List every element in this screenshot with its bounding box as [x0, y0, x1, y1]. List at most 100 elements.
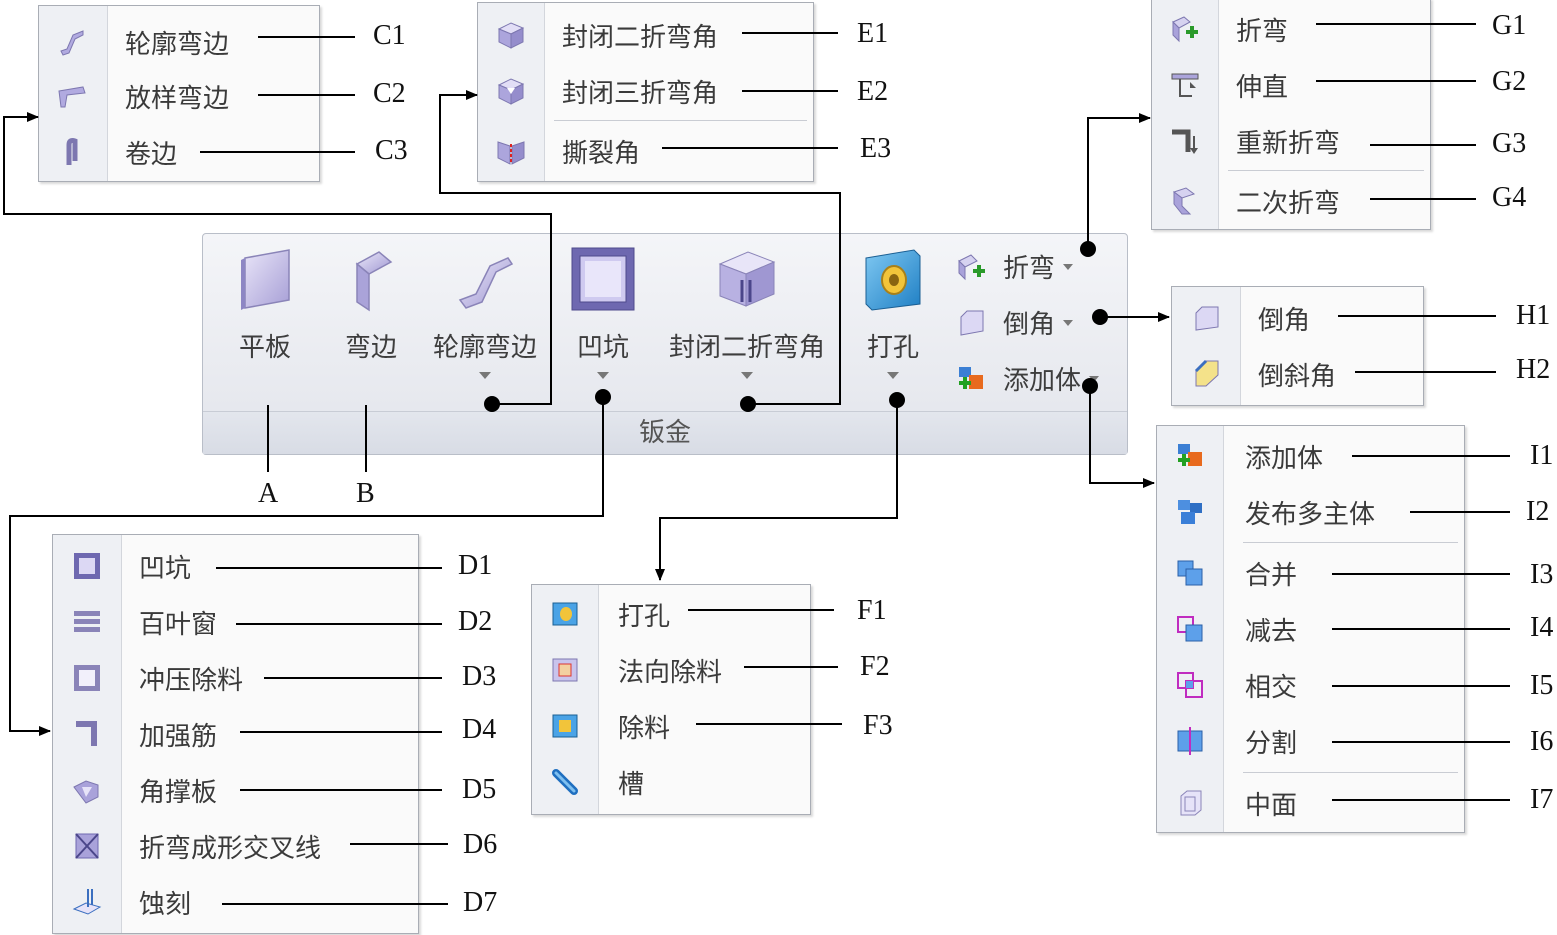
menu-item-rebend[interactable]: 重新折弯 [1152, 115, 1430, 167]
menu-item-close-3-bend-corner[interactable]: 封闭三折弯角 [478, 65, 813, 117]
menu-item-gusset[interactable]: 角撑板 [53, 763, 418, 817]
menu-bend: 折弯 伸直 重新折弯 二次折弯 [1151, 0, 1431, 230]
menu-item-etch[interactable]: 蚀刻 [53, 875, 418, 929]
dimple-dropdown-arrow[interactable] [597, 372, 609, 379]
add-body-icon [959, 366, 983, 389]
menu-item-label: 二次折弯 [1236, 188, 1341, 219]
menu-item-dimple[interactable]: 凹坑 [53, 539, 418, 593]
code-d7: D7 [463, 887, 498, 918]
menu-item-bend[interactable]: 折弯 [1152, 3, 1430, 55]
menu-close-corner: 封闭二折弯角 封闭三折弯角 撕裂角 [477, 2, 814, 182]
code-i6: I6 [1530, 726, 1554, 757]
menu-item-label: 冲压除料 [139, 665, 244, 696]
menu-item-label: 倒斜角 [1258, 361, 1337, 392]
menu-item-midsurface[interactable]: 中面 [1157, 776, 1464, 830]
code-f2: F2 [860, 651, 890, 682]
menu-item-add-body[interactable]: 添加体 [1157, 430, 1464, 482]
dimple-label: 凹坑 [576, 333, 629, 363]
add-body-small-button[interactable]: 添加体 [955, 360, 1100, 397]
contour-flange-dropdown-arrow[interactable] [479, 372, 491, 379]
code-h2: H2 [1516, 354, 1551, 385]
code-i7: I7 [1530, 784, 1554, 815]
chamfer-small-label: 倒角 [1003, 310, 1056, 340]
hem-icon [66, 138, 78, 165]
menu-item-chamfer[interactable]: 倒角 [1172, 291, 1423, 345]
chamfer-icon [960, 310, 984, 336]
tab-button-contour-flange[interactable]: 轮廓弯边 [425, 244, 545, 379]
close-2-bend-corner-label: 封闭二折弯角 [668, 333, 825, 363]
slot-icon [552, 769, 578, 795]
unbend-icon [1171, 73, 1199, 97]
menu-item-jog[interactable]: 二次折弯 [1152, 175, 1430, 227]
menu-separator [1243, 542, 1458, 543]
menu-item-intersect[interactable]: 相交 [1157, 658, 1464, 712]
hole-icon [552, 602, 578, 626]
menu-item-subtract[interactable]: 减去 [1157, 602, 1464, 656]
midsurface-icon [1180, 790, 1202, 816]
menu-item-label: 封闭二折弯角 [562, 22, 719, 53]
tab-button-close-2-bend-corner[interactable]: 封闭二折弯角 [659, 244, 835, 379]
code-i4: I4 [1530, 612, 1554, 643]
code-d6: D6 [463, 829, 498, 860]
tab-button-dimple[interactable]: 凹坑 [561, 244, 645, 379]
menu-item-break-corner[interactable]: 撕裂角 [478, 125, 813, 177]
menu-item-bead[interactable]: 加强筋 [53, 707, 418, 761]
flange-label: 弯边 [344, 333, 397, 363]
menu-item-label: 加强筋 [139, 721, 218, 752]
code-c3: C3 [375, 135, 408, 166]
tab-button-flat-plate[interactable]: 平板 [225, 244, 305, 364]
union-icon [1177, 560, 1203, 586]
jog-icon [1172, 187, 1196, 215]
menu-item-cross-brake[interactable]: 折弯成形交叉线 [53, 819, 418, 873]
code-i1: I1 [1530, 440, 1554, 471]
code-g3: G3 [1492, 128, 1527, 159]
hole-dropdown-arrow[interactable] [887, 372, 899, 379]
menu-item-normal-cutout[interactable]: 法向除料 [532, 643, 810, 697]
code-d1: D1 [458, 550, 493, 581]
menu-item-publish-multibody[interactable]: 发布多主体 [1157, 486, 1464, 538]
menu-item-label: 除料 [618, 713, 671, 744]
menu-item-label: 相交 [1245, 672, 1298, 703]
menu-item-union[interactable]: 合并 [1157, 546, 1464, 600]
menu-item-slot[interactable]: 槽 [532, 755, 810, 809]
tab-button-flange[interactable]: 弯边 [331, 244, 411, 364]
menu-item-split[interactable]: 分割 [1157, 714, 1464, 768]
menu-hole: 打孔 法向除料 除料 槽 [531, 584, 811, 815]
menu-item-close-2-bend-corner[interactable]: 封闭二折弯角 [478, 9, 813, 61]
menu-item-label: 放样弯边 [125, 83, 230, 114]
label-code-b: B [356, 478, 375, 509]
menu-item-unbend[interactable]: 伸直 [1152, 59, 1430, 111]
bend-dropdown-arrow[interactable] [1063, 263, 1074, 270]
bend-icon [958, 253, 985, 280]
menu-item-hem[interactable]: 卷边 [39, 128, 319, 176]
break-corner-icon [497, 141, 525, 165]
menu-item-label: 倒角 [1258, 305, 1311, 336]
code-i3: I3 [1530, 559, 1554, 590]
code-i2: I2 [1526, 496, 1550, 527]
menu-item-label: 分割 [1245, 728, 1298, 759]
menu-item-louver[interactable]: 百叶窗 [53, 595, 418, 649]
add-body-dropdown-arrow[interactable] [1089, 375, 1100, 382]
menu-item-label: 撕裂角 [562, 138, 641, 169]
code-g1: G1 [1492, 10, 1527, 41]
chamfer-small-button[interactable]: 倒角 [955, 304, 1074, 341]
menu-separator [554, 120, 807, 121]
menu-item-hole[interactable]: 打孔 [532, 587, 810, 641]
intersect-icon [1177, 672, 1203, 698]
chamfer-dropdown-arrow[interactable] [1063, 319, 1074, 326]
menu-item-drawn-cutout[interactable]: 冲压除料 [53, 651, 418, 705]
bend-small-label: 折弯 [1003, 254, 1056, 284]
menu-chamfer: 倒角 倒斜角 [1171, 286, 1424, 406]
add-body-small-label: 添加体 [1003, 366, 1082, 396]
ribbon-group-label: 钣金 [203, 411, 1127, 454]
code-g4: G4 [1492, 182, 1527, 213]
bend-icon [1172, 16, 1198, 43]
menu-item-contour-flange[interactable]: 轮廓弯边 [39, 18, 319, 66]
close-corner-dropdown-arrow[interactable] [741, 372, 753, 379]
tab-button-hole[interactable]: 打孔 [857, 244, 929, 379]
bend-small-button[interactable]: 折弯 [955, 248, 1074, 285]
menu-item-lofted-flange[interactable]: 放样弯边 [39, 72, 319, 120]
chamfer-icon [1195, 306, 1219, 331]
menu-item-cutout[interactable]: 除料 [532, 699, 810, 753]
menu-item-bevel[interactable]: 倒斜角 [1172, 347, 1423, 401]
